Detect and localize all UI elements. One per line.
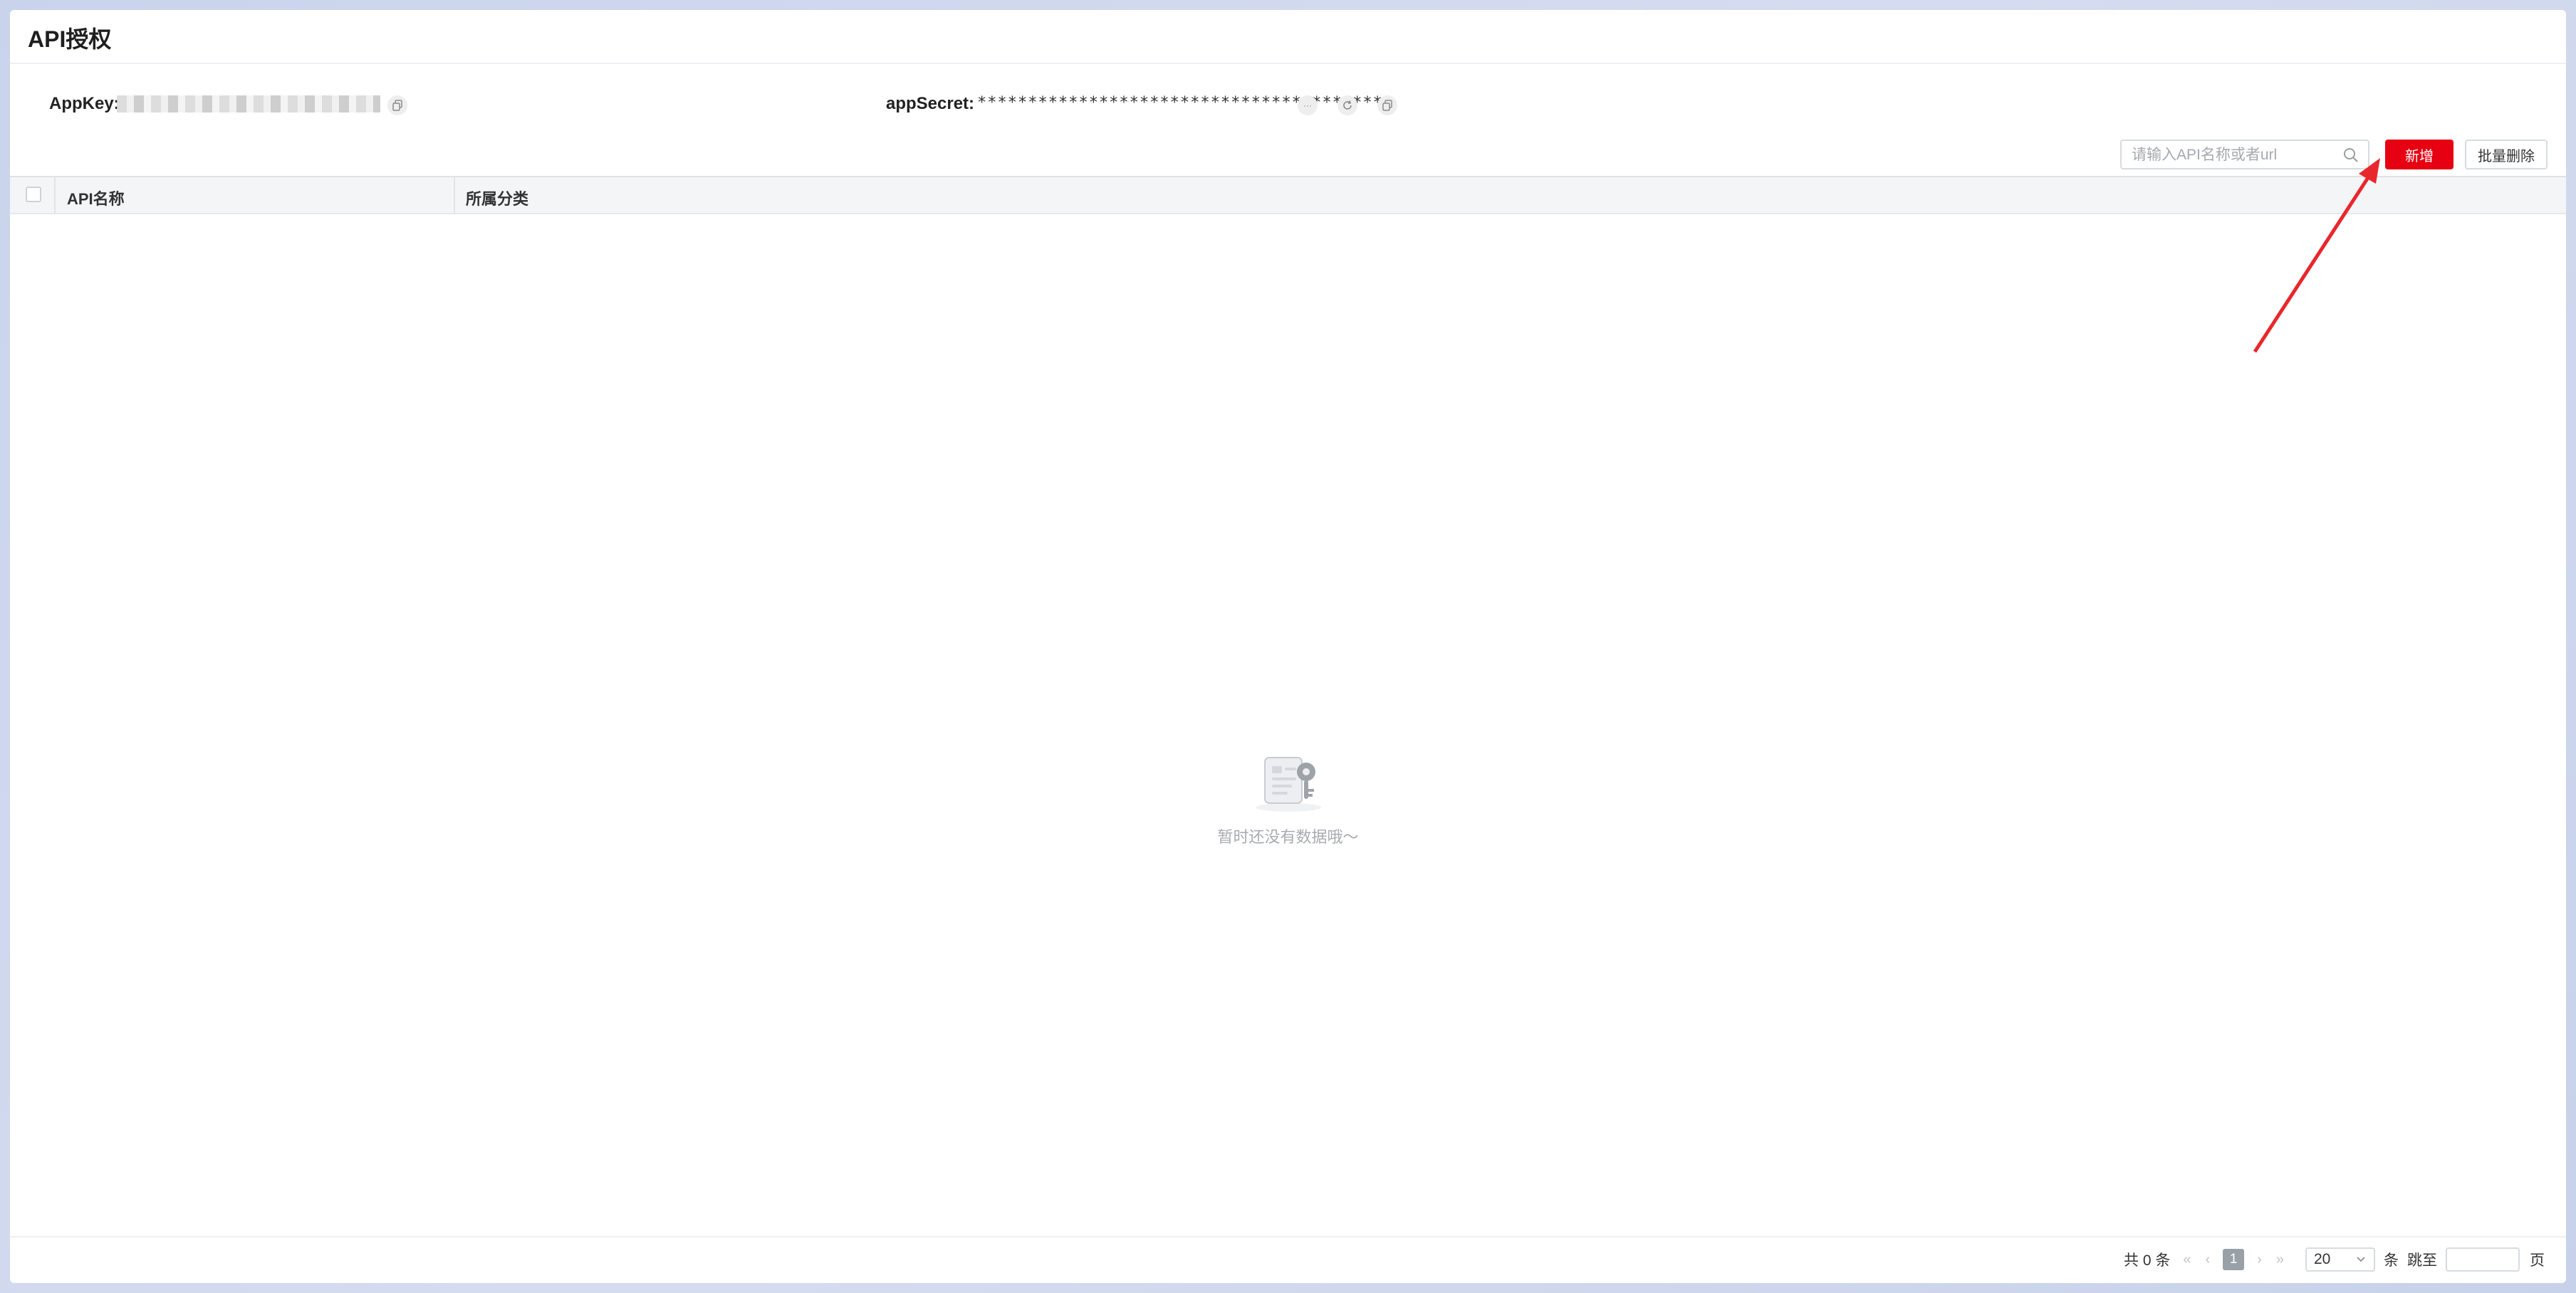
prev-page-icon[interactable]: ‹ [2206,1252,2211,1268]
footer: 共 0 条 « ‹ 1 › » 20 条 跳至 页 [10,1236,2566,1283]
table-header: API名称 所属分类 [10,176,2566,214]
copy-app-key-icon[interactable] [387,95,407,115]
app-secret-value: **************************************** [977,94,1383,112]
column-divider [454,177,455,213]
empty-state: 暂时还没有数据哦～ [10,750,2566,847]
page-unit: 页 [2530,1252,2545,1269]
search-input[interactable] [2130,145,2340,166]
pagination: 共 0 条 « ‹ 1 › » 20 条 跳至 页 [2124,1246,2545,1273]
app-key-label: AppKey: [49,94,120,113]
first-page-icon[interactable]: « [2183,1252,2191,1268]
total-count: 共 0 条 [2124,1252,2171,1269]
page-size-unit: 条 [2384,1252,2399,1269]
chevron-down-icon [2357,1257,2365,1262]
copy-app-secret-icon[interactable] [1377,95,1397,115]
page-number-current[interactable]: 1 [2223,1249,2245,1270]
select-all-checkbox[interactable] [26,187,41,202]
column-divider [54,177,56,213]
add-button[interactable]: 新增 [2385,140,2454,169]
column-header-api-name[interactable]: API名称 [67,187,125,209]
batch-delete-button[interactable]: 批量删除 [2465,140,2548,169]
jump-page-input[interactable] [2446,1247,2520,1272]
next-page-icon[interactable]: › [2257,1252,2262,1268]
search-box[interactable] [2120,140,2369,169]
page-title: API授权 [28,26,112,52]
jump-label: 跳至 [2407,1252,2437,1269]
column-header-category[interactable]: 所属分类 [466,187,528,209]
app-secret-label: appSecret: [886,94,975,113]
app-key-value-redacted [117,95,380,112]
page-header: API授权 [10,10,2566,64]
refresh-secret-icon[interactable] [1337,95,1357,115]
credentials-row: AppKey: appSecret: *********************… [10,81,2566,124]
empty-state-text: 暂时还没有数据哦～ [1217,828,1359,846]
empty-data-icon [1255,757,1321,812]
app-window: API授权 AppKey: appSecret: ***************… [10,10,2566,1283]
page-size-value: 20 [2314,1251,2331,1267]
toolbar: 新增 批量删除 [1925,137,2566,174]
page-size-select[interactable]: 20 [2305,1247,2375,1272]
last-page-icon[interactable]: » [2276,1252,2284,1268]
search-icon[interactable] [2342,147,2359,164]
show-secret-icon[interactable]: ··· [1298,95,1318,115]
